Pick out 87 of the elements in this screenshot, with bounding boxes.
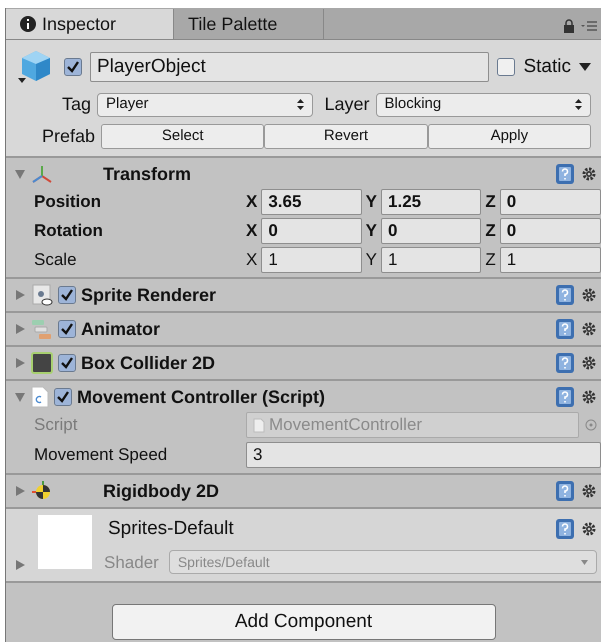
prefab-label: Prefab <box>42 125 96 148</box>
gear-icon[interactable] <box>581 389 597 405</box>
value-field[interactable]: 3.65 <box>261 188 362 214</box>
layer-label: Layer <box>324 93 370 116</box>
script-file-icon <box>31 386 49 408</box>
help-book-icon[interactable] <box>555 163 575 185</box>
material-preview <box>38 515 92 569</box>
gear-icon[interactable] <box>581 166 597 182</box>
help-book-icon[interactable] <box>555 318 575 340</box>
add-component-button[interactable]: Add Component <box>112 604 496 640</box>
expand-arrow-icon[interactable] <box>14 485 26 497</box>
value-field[interactable]: 3 <box>246 442 601 468</box>
component-title: Movement Controller (Script) <box>77 386 326 409</box>
value-field[interactable]: 0 <box>500 188 601 214</box>
tag-dropdown[interactable]: Player <box>97 92 312 116</box>
axis-label: Z <box>485 220 496 242</box>
expand-arrow-icon[interactable] <box>14 323 26 335</box>
expand-arrow-icon[interactable] <box>14 357 26 369</box>
prefab-button[interactable]: Select <box>101 124 264 149</box>
material-name: Sprites-Default <box>108 517 234 541</box>
layer-dropdown[interactable]: Blocking <box>376 92 591 116</box>
shader-label: Shader <box>104 552 159 574</box>
panel-tab[interactable]: Tile Palette <box>174 9 324 39</box>
axis-label: Z <box>485 248 496 271</box>
property-label: Movement Speed <box>34 444 168 466</box>
static-label: Static <box>523 54 571 79</box>
active-checkbox[interactable] <box>64 58 82 76</box>
axis-label: Y <box>366 248 378 271</box>
updown-arrows-icon <box>296 99 304 110</box>
dropdown-arrow-icon <box>581 560 588 565</box>
value-field[interactable]: 1 <box>381 246 482 272</box>
panel-tab[interactable]: Inspector <box>6 9 174 39</box>
value-field[interactable]: 1 <box>261 246 362 272</box>
property-label: Script <box>34 414 78 436</box>
help-book-icon[interactable] <box>555 352 575 374</box>
component-title: Transform <box>103 162 192 186</box>
component-title: Sprite Renderer <box>81 284 216 307</box>
axis-label: Z <box>485 190 496 213</box>
component-title: Animator <box>81 318 160 340</box>
static-checkbox[interactable] <box>497 58 516 76</box>
help-book-icon[interactable] <box>555 518 575 540</box>
value-field[interactable]: 0 <box>261 218 362 244</box>
axis-label: X <box>246 220 258 242</box>
property-label: Position <box>34 190 102 213</box>
script-file-icon <box>253 418 265 432</box>
prefab-button[interactable]: Revert <box>264 124 428 149</box>
gear-icon[interactable] <box>581 321 597 337</box>
prefab-button[interactable]: Apply <box>428 124 591 149</box>
axis-label: X <box>246 248 258 271</box>
expand-arrow-icon[interactable] <box>14 289 26 301</box>
value-field[interactable]: 0 <box>500 218 601 244</box>
ball-icon <box>31 480 53 502</box>
help-book-icon[interactable] <box>555 480 575 502</box>
gear-icon[interactable] <box>581 287 597 303</box>
sprite-eye-icon <box>31 284 53 306</box>
value-field[interactable]: 1 <box>500 246 601 272</box>
dropdown-arrow-icon[interactable] <box>579 62 591 72</box>
gear-icon[interactable] <box>581 355 597 371</box>
help-book-icon[interactable] <box>555 386 575 408</box>
enable-checkbox[interactable] <box>54 388 72 406</box>
axis-label: X <box>246 190 258 213</box>
property-label: Scale <box>34 248 78 271</box>
collapse-arrow-icon[interactable] <box>14 391 26 403</box>
component-title: Rigidbody 2D <box>103 480 219 503</box>
updown-arrows-icon <box>575 99 582 110</box>
enable-checkbox[interactable] <box>58 286 76 304</box>
state-graph-icon <box>31 318 53 340</box>
square-icon <box>31 352 53 374</box>
expand-arrow-icon[interactable] <box>14 559 26 571</box>
value-field[interactable]: 1.25 <box>381 188 482 214</box>
axis-label: Y <box>366 190 378 213</box>
gear-icon[interactable] <box>581 521 597 538</box>
info-icon <box>20 16 36 32</box>
component-title: Box Collider 2D <box>81 352 216 374</box>
axis-label: Y <box>366 220 378 242</box>
property-label: Rotation <box>34 220 104 242</box>
value-field[interactable]: 0 <box>381 218 482 244</box>
name-field[interactable]: PlayerObject <box>90 52 490 82</box>
gear-icon[interactable] <box>581 483 597 499</box>
tag-label: Tag <box>62 93 92 116</box>
enable-checkbox[interactable] <box>58 320 76 338</box>
help-book-icon[interactable] <box>555 284 575 306</box>
axes-icon <box>31 164 53 184</box>
lock-icon[interactable] <box>563 19 575 33</box>
menu-icon[interactable] <box>581 20 597 32</box>
collapse-arrow-icon[interactable] <box>14 168 26 180</box>
enable-checkbox[interactable] <box>58 354 76 372</box>
